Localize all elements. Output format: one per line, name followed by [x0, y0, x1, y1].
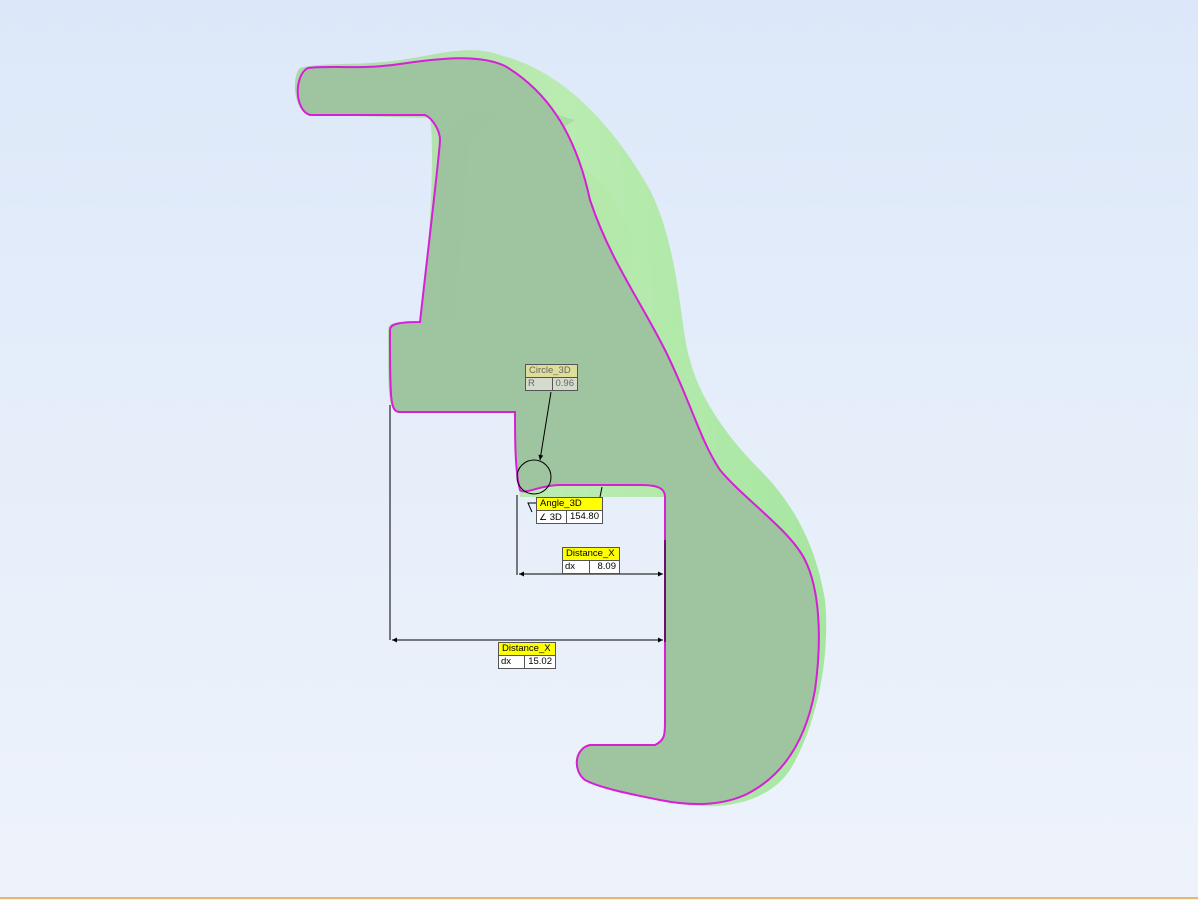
angle-icon: ∠ [539, 512, 548, 522]
distance-x-small-value: 8.09 [597, 561, 617, 572]
distance-x-large-key: dx [499, 656, 526, 668]
circle-3d-label[interactable]: Circle_3D R 0.96 [525, 364, 578, 391]
angle-3d-label[interactable]: Angle_3D ∠ 3D 154.80 [536, 497, 603, 524]
cad-scene[interactable] [0, 0, 1198, 900]
circle-3d-key: R [526, 378, 553, 390]
circle-3d-title: Circle_3D [525, 364, 578, 378]
distance-x-small-title: Distance_X [562, 547, 620, 561]
angle-3d-title: Angle_3D [536, 497, 603, 511]
distance-x-small-label[interactable]: Distance_X dx 8.09 [562, 547, 620, 574]
section-face[interactable] [297, 58, 819, 805]
distance-x-small-key: dx [563, 561, 590, 573]
distance-x-large-value: 15.02 [528, 656, 552, 667]
viewport-bottom-border [0, 897, 1198, 899]
circle-3d-value: 0.96 [555, 378, 575, 389]
distance-x-large-title: Distance_X [498, 642, 556, 656]
distance-x-large-label[interactable]: Distance_X dx 15.02 [498, 642, 556, 669]
angle-3d-value: 154.80 [569, 511, 599, 522]
3d-viewport[interactable]: Circle_3D R 0.96 Angle_3D ∠ 3D 154.80 Di… [0, 0, 1198, 900]
angle-3d-key: 3D [549, 512, 562, 523]
